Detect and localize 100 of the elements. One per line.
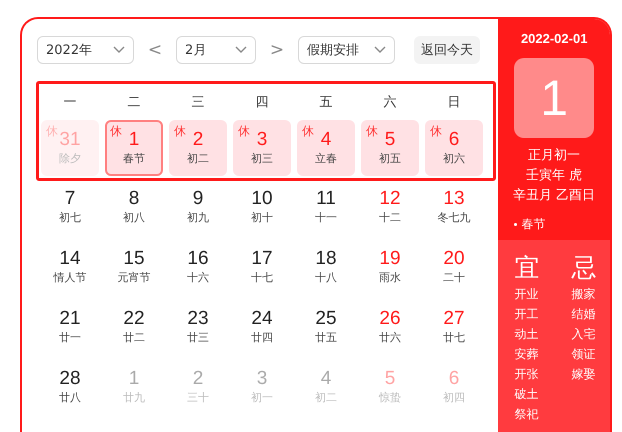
day-number: 13 [443,188,465,210]
day-cell[interactable]: 14 情人节 [41,239,99,295]
suitable-item: 祭祀 [514,406,540,423]
suitable-item: 开工 [514,306,540,323]
day-cell[interactable]: 休 3 初三 [233,120,291,176]
lunar-date: 初一 [251,390,273,406]
day-cell[interactable]: 24 廿四 [233,299,291,355]
lunar-date: 春节 [123,151,145,167]
avoid-title: 忌 [571,252,596,284]
rest-label: 休 [302,123,314,140]
weekday-label: 三 [190,94,206,111]
lunar-date: 廿九 [123,390,145,406]
lunar-date: 初六 [443,151,465,167]
day-cell[interactable]: 休 1 春节 [105,120,163,176]
day-number: 8 [128,188,140,210]
day-number: 11 [316,188,336,210]
lunar-date: 冬七九 [438,210,470,226]
lunar-date: 元宵节 [118,270,150,286]
day-cell[interactable]: 26 廿六 [361,299,419,355]
day-cell[interactable]: 11 十一 [297,179,355,235]
day-cell[interactable]: 15 元宵节 [105,239,163,295]
rest-label: 休 [238,123,250,140]
month-select[interactable]: 2月 [176,36,256,64]
lunar-date: 初二 [187,151,209,167]
day-cell[interactable]: 22 廿二 [105,299,163,355]
day-number: 10 [251,188,273,210]
rest-label: 休 [366,123,378,140]
day-number: 28 [59,368,81,390]
day-cell[interactable]: 12 十二 [361,179,419,235]
previous-month-button[interactable]: < [134,40,176,60]
day-cell[interactable]: 休 2 初二 [169,120,227,176]
day-cell[interactable]: 27 廿七 [425,299,483,355]
suitable-item: 破土 [514,386,540,403]
chevron-down-icon [113,46,125,54]
lunar-date: 惊蛰 [379,390,401,406]
suitable-item: 动土 [514,326,540,343]
suitable-item: 开张 [514,366,540,383]
lunar-date: 十八 [315,270,337,286]
lunar-date: 初十 [251,210,273,226]
day-number: 4 [320,368,332,390]
lunar-info: 壬寅年 虎 [526,167,582,185]
lunar-date: 廿八 [59,390,81,406]
lunar-date: 初七 [59,210,81,226]
day-cell[interactable]: 8 初八 [105,179,163,235]
suitable-item: 开业 [514,286,540,303]
day-cell[interactable]: 25 廿五 [297,299,355,355]
day-cell[interactable]: 10 初十 [233,179,291,235]
day-cell[interactable]: 13 冬七九 [425,179,483,235]
day-cell[interactable]: 17 十七 [233,239,291,295]
day-number: 17 [251,248,273,270]
lunar-info: 辛丑月 乙酉日 [513,187,596,205]
lunar-date: 二十 [443,270,465,286]
chevron-down-icon [374,46,386,54]
day-cell[interactable]: 7 初七 [41,179,99,235]
day-number: 5 [384,368,396,390]
day-cell[interactable]: 20 二十 [425,239,483,295]
day-cell[interactable]: 23 廿三 [169,299,227,355]
today-button[interactable]: 返回今天 [414,36,480,64]
rest-label: 休 [46,123,58,140]
day-number: 9 [192,188,204,210]
day-cell[interactable]: 16 十六 [169,239,227,295]
day-number: 19 [379,248,401,270]
lunar-date: 雨水 [379,270,401,286]
lunar-date: 初四 [443,390,465,406]
big-day-number: 1 [514,58,594,138]
day-cell[interactable]: 18 十八 [297,239,355,295]
day-number: 5 [384,129,396,151]
day-cell[interactable]: 休 4 立春 [297,120,355,176]
lunar-date: 廿四 [251,330,273,346]
day-cell[interactable]: 19 雨水 [361,239,419,295]
lunar-info: 正月初一 [528,147,580,165]
lunar-date: 除夕 [59,151,81,167]
day-number: 3 [256,129,268,151]
suitable-item: 安葬 [514,346,540,363]
lunar-date: 情人节 [54,270,86,286]
day-cell[interactable]: 28 廿八 [41,359,99,415]
day-number: 26 [379,308,401,330]
day-number: 22 [123,308,145,330]
lunar-date: 廿七 [443,330,465,346]
day-number: 12 [379,188,401,210]
day-number: 1 [128,129,140,151]
lunar-date: 廿三 [187,330,209,346]
lunar-date: 初九 [187,210,209,226]
day-cell[interactable]: 21 廿一 [41,299,99,355]
lunar-date: 初八 [123,210,145,226]
holiday-select[interactable]: 假期安排 [298,36,395,64]
festival-label: 春节 [521,216,546,233]
selected-date: 2022-02-01 [520,31,588,46]
next-month-button[interactable]: > [256,40,298,60]
year-select[interactable]: 2022年 [37,36,134,64]
day-number: 20 [443,248,465,270]
day-cell[interactable]: 9 初九 [169,179,227,235]
day-number: 7 [64,188,76,210]
day-cell[interactable]: 休 5 初五 [361,120,419,176]
day-number: 27 [443,308,465,330]
lunar-date: 廿六 [379,330,401,346]
lunar-date: 初二 [315,390,337,406]
day-cell[interactable]: 休 6 初六 [425,120,483,176]
weekday-label: 一 [62,94,78,111]
day-number: 6 [448,368,460,390]
